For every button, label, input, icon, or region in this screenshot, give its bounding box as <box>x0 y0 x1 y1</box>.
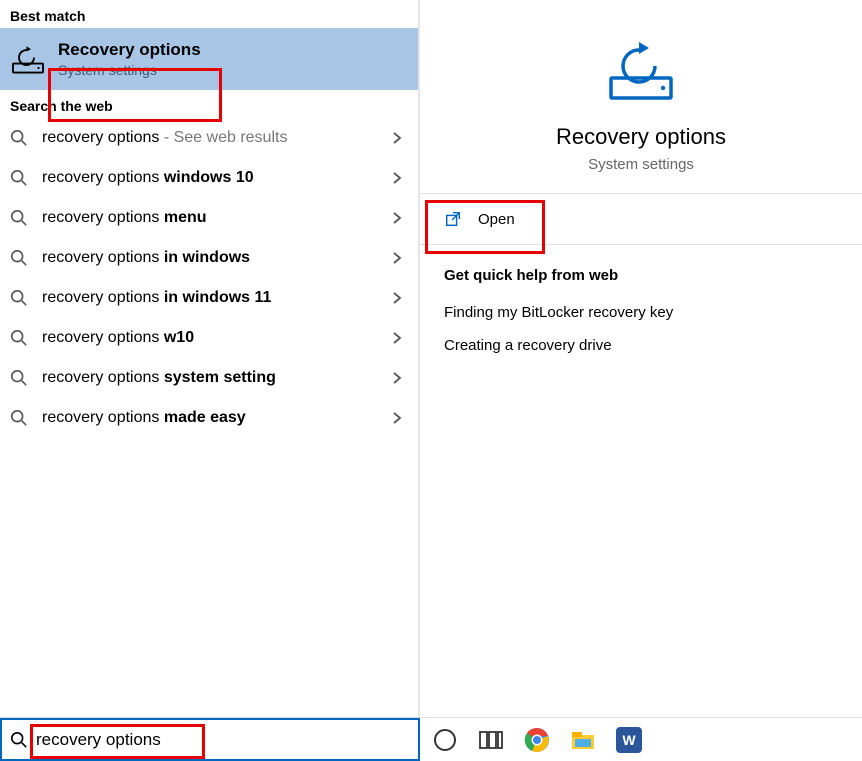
chevron-right-icon <box>390 371 404 385</box>
best-match-item[interactable]: Recovery options System settings <box>0 28 418 90</box>
search-icon <box>10 731 28 749</box>
best-match-header: Best match <box>0 0 418 28</box>
chevron-right-icon <box>390 411 404 425</box>
web-result-item[interactable]: recovery options system setting <box>0 358 418 398</box>
web-result-item[interactable]: recovery options menu <box>0 198 418 238</box>
help-link[interactable]: Creating a recovery drive <box>444 337 838 354</box>
web-result-label: recovery options in windows 11 <box>42 289 376 307</box>
search-icon <box>10 329 28 347</box>
chevron-right-icon <box>390 131 404 145</box>
recovery-icon <box>10 41 46 77</box>
open-label: Open <box>478 211 515 228</box>
web-result-item[interactable]: recovery options windows 10 <box>0 158 418 198</box>
web-result-label: recovery options w10 <box>42 329 376 347</box>
help-header: Get quick help from web <box>444 267 838 284</box>
chevron-right-icon <box>390 211 404 225</box>
web-result-label: recovery options system setting <box>42 369 376 387</box>
web-result-label: recovery options in windows <box>42 249 376 267</box>
cortana-icon[interactable] <box>432 727 458 753</box>
help-link[interactable]: Finding my BitLocker recovery key <box>444 304 838 321</box>
details-hero: Recovery options System settings <box>420 0 862 193</box>
search-icon <box>10 209 28 227</box>
web-result-label: recovery options - See web results <box>42 129 376 147</box>
search-icon <box>10 409 28 427</box>
task-view-icon[interactable] <box>478 727 504 753</box>
web-result-item[interactable]: recovery options made easy <box>0 398 418 438</box>
word-icon[interactable]: W <box>616 727 642 753</box>
web-result-item[interactable]: recovery options in windows 11 <box>0 278 418 318</box>
chevron-right-icon <box>390 331 404 345</box>
chrome-icon[interactable] <box>524 727 550 753</box>
best-match-title: Recovery options <box>58 40 201 60</box>
open-external-icon <box>444 210 462 228</box>
open-button[interactable]: Open <box>420 194 862 244</box>
search-icon <box>10 169 28 187</box>
web-result-label: recovery options menu <box>42 209 376 227</box>
web-result-label: recovery options windows 10 <box>42 169 376 187</box>
search-icon <box>10 369 28 387</box>
details-title: Recovery options <box>556 124 726 150</box>
search-input[interactable] <box>36 730 410 750</box>
chevron-right-icon <box>390 291 404 305</box>
web-result-item[interactable]: recovery options in windows <box>0 238 418 278</box>
search-icon <box>10 289 28 307</box>
search-box[interactable] <box>0 718 420 761</box>
web-result-label: recovery options made easy <box>42 409 376 427</box>
search-web-header: Search the web <box>0 90 418 118</box>
taskbar: W <box>420 718 862 761</box>
file-explorer-icon[interactable] <box>570 727 596 753</box>
search-icon <box>10 129 28 147</box>
web-result-item[interactable]: recovery options w10 <box>0 318 418 358</box>
search-icon <box>10 249 28 267</box>
web-result-item[interactable]: recovery options - See web results <box>0 118 418 158</box>
best-match-subtitle: System settings <box>58 62 201 78</box>
chevron-right-icon <box>390 251 404 265</box>
web-results-list: recovery options - See web results recove… <box>0 118 418 438</box>
chevron-right-icon <box>390 171 404 185</box>
recovery-icon-large <box>605 32 677 104</box>
details-subtitle: System settings <box>588 156 694 173</box>
